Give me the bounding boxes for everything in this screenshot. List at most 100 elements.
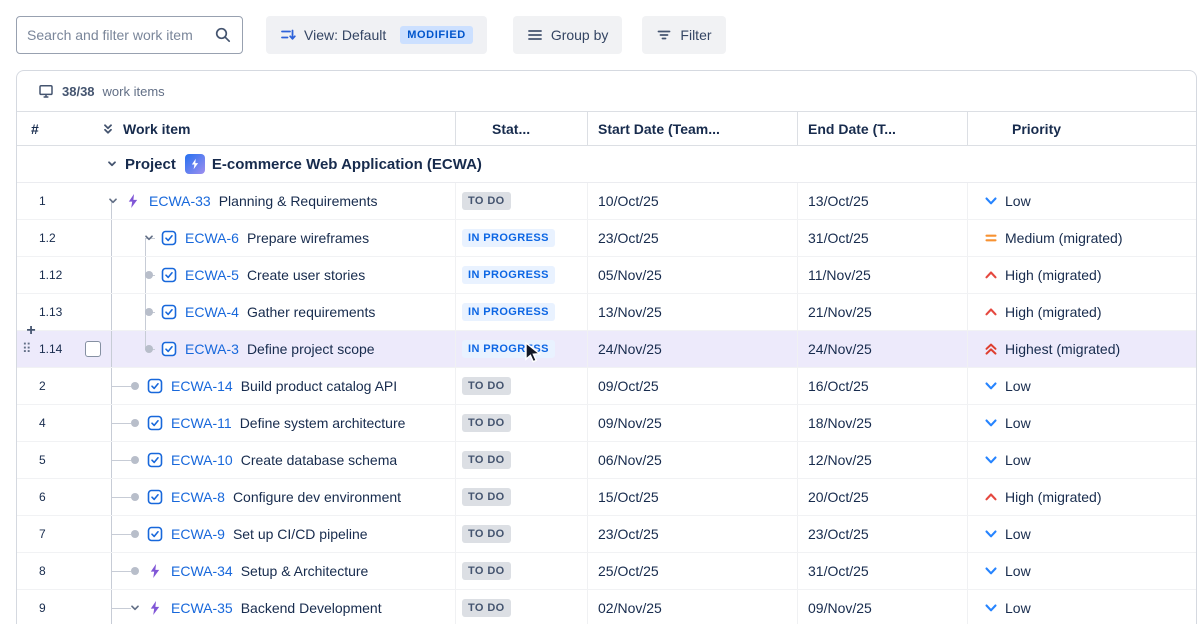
status-cell[interactable]: TO DO: [456, 553, 588, 589]
drag-handle-icon[interactable]: ⠿: [22, 341, 32, 357]
end-date-cell[interactable]: 11/Nov/25: [798, 257, 968, 293]
start-date-cell[interactable]: 06/Nov/25: [588, 442, 798, 478]
work-item-cell[interactable]: ECWA-3 Define project scope: [101, 331, 456, 367]
expand-toggle-icon[interactable]: [107, 195, 119, 207]
issue-summary[interactable]: Define system architecture: [240, 415, 406, 431]
issue-summary[interactable]: Backend Development: [241, 600, 382, 616]
end-date-cell[interactable]: 31/Oct/25: [798, 553, 968, 589]
priority-cell[interactable]: High (migrated): [968, 479, 1196, 515]
status-cell[interactable]: TO DO: [456, 516, 588, 552]
search-input[interactable]: [27, 27, 214, 43]
column-header-start-date[interactable]: Start Date (Team...: [588, 112, 798, 145]
table-row[interactable]: + ⠿ 7 ECWA-9 Set up CI/CD pipeline: [17, 516, 1196, 553]
column-header-status[interactable]: Stat...: [456, 112, 588, 145]
add-row-button[interactable]: +: [23, 322, 39, 340]
collapse-all-icon[interactable]: [101, 122, 115, 136]
start-date-cell[interactable]: 09/Nov/25: [588, 405, 798, 441]
priority-cell[interactable]: Low: [968, 405, 1196, 441]
issue-key-link[interactable]: ECWA-33: [149, 193, 211, 209]
table-row[interactable]: + ⠿ 1.14 ECWA-3 Define project scope: [17, 331, 1196, 368]
table-row[interactable]: + ⠿ 2 ECWA-14 Build product catalog API: [17, 368, 1196, 405]
issue-key-link[interactable]: ECWA-34: [171, 563, 233, 579]
status-cell[interactable]: IN PROGRESS: [456, 294, 588, 330]
table-row[interactable]: + ⠿ 9 ECWA-35 Backend Development TO DO …: [17, 590, 1196, 624]
column-header-number[interactable]: #: [17, 112, 101, 145]
end-date-cell[interactable]: 18/Nov/25: [798, 405, 968, 441]
issue-summary[interactable]: Set up CI/CD pipeline: [233, 526, 368, 542]
issue-key-link[interactable]: ECWA-11: [171, 415, 232, 431]
issue-summary[interactable]: Setup & Architecture: [241, 563, 369, 579]
end-date-cell[interactable]: 31/Oct/25: [798, 220, 968, 256]
issue-key-link[interactable]: ECWA-10: [171, 452, 233, 468]
end-date-cell[interactable]: 24/Nov/25: [798, 331, 968, 367]
status-badge[interactable]: IN PROGRESS: [462, 266, 555, 284]
start-date-cell[interactable]: 10/Oct/25: [588, 183, 798, 219]
end-date-cell[interactable]: 20/Oct/25: [798, 479, 968, 515]
end-date-cell[interactable]: 13/Oct/25: [798, 183, 968, 219]
issue-key-link[interactable]: ECWA-35: [171, 600, 233, 616]
work-item-cell[interactable]: ECWA-5 Create user stories: [101, 257, 456, 293]
start-date-cell[interactable]: 15/Oct/25: [588, 479, 798, 515]
start-date-cell[interactable]: 13/Nov/25: [588, 294, 798, 330]
status-badge[interactable]: TO DO: [462, 192, 511, 210]
table-row[interactable]: + ⠿ 1 ECWA-33 Planning & Requirements TO…: [17, 183, 1196, 220]
end-date-cell[interactable]: 16/Oct/25: [798, 368, 968, 404]
issue-key-link[interactable]: ECWA-8: [171, 489, 225, 505]
column-header-priority[interactable]: Priority: [968, 112, 1196, 145]
end-date-cell[interactable]: 23/Oct/25: [798, 516, 968, 552]
start-date-cell[interactable]: 05/Nov/25: [588, 257, 798, 293]
issue-key-link[interactable]: ECWA-9: [171, 526, 225, 542]
start-date-cell[interactable]: 24/Nov/25: [588, 331, 798, 367]
start-date-cell[interactable]: 02/Nov/25: [588, 590, 798, 624]
status-cell[interactable]: IN PROGRESS: [456, 257, 588, 293]
status-cell[interactable]: TO DO: [456, 590, 588, 624]
issue-key-link[interactable]: ECWA-6: [185, 230, 239, 246]
filter-button[interactable]: Filter: [642, 16, 725, 54]
issue-summary[interactable]: Build product catalog API: [241, 378, 397, 394]
table-row[interactable]: + ⠿ 1.13 ECWA-4 Gather requirements: [17, 294, 1196, 331]
priority-cell[interactable]: Low: [968, 442, 1196, 478]
project-group-row[interactable]: Project E-commerce Web Application (ECWA…: [17, 146, 1196, 183]
end-date-cell[interactable]: 12/Nov/25: [798, 442, 968, 478]
status-cell[interactable]: TO DO: [456, 442, 588, 478]
priority-cell[interactable]: Low: [968, 183, 1196, 219]
column-header-end-date[interactable]: End Date (T...: [798, 112, 968, 145]
priority-cell[interactable]: Low: [968, 590, 1196, 624]
issue-summary[interactable]: Planning & Requirements: [219, 193, 378, 209]
status-cell[interactable]: IN PROGRESS: [456, 331, 588, 367]
table-row[interactable]: + ⠿ 8 ECWA-34 Setup & Architecture TO DO…: [17, 553, 1196, 590]
work-item-cell[interactable]: ECWA-8 Configure dev environment: [101, 479, 456, 515]
work-item-cell[interactable]: ECWA-10 Create database schema: [101, 442, 456, 478]
priority-cell[interactable]: Low: [968, 368, 1196, 404]
work-item-cell[interactable]: ECWA-33 Planning & Requirements: [101, 183, 456, 219]
priority-cell[interactable]: Low: [968, 553, 1196, 589]
search-box[interactable]: [16, 16, 243, 54]
status-cell[interactable]: TO DO: [456, 368, 588, 404]
table-row[interactable]: + ⠿ 1.12 ECWA-5 Create user stories: [17, 257, 1196, 294]
start-date-cell[interactable]: 25/Oct/25: [588, 553, 798, 589]
issue-key-link[interactable]: ECWA-14: [171, 378, 233, 394]
status-cell[interactable]: IN PROGRESS: [456, 220, 588, 256]
status-badge[interactable]: TO DO: [462, 562, 511, 580]
priority-cell[interactable]: Highest (migrated): [968, 331, 1196, 367]
status-badge[interactable]: IN PROGRESS: [462, 303, 555, 321]
status-badge[interactable]: TO DO: [462, 451, 511, 469]
group-by-button[interactable]: Group by: [513, 16, 623, 54]
issue-summary[interactable]: Create user stories: [247, 267, 365, 283]
priority-cell[interactable]: Medium (migrated): [968, 220, 1196, 256]
issue-key-link[interactable]: ECWA-4: [185, 304, 239, 320]
status-cell[interactable]: TO DO: [456, 405, 588, 441]
issue-summary[interactable]: Gather requirements: [247, 304, 375, 320]
table-row[interactable]: + ⠿ 5 ECWA-10 Create database schema: [17, 442, 1196, 479]
column-header-work-item[interactable]: Work item: [101, 112, 456, 145]
row-checkbox[interactable]: [85, 341, 101, 357]
status-badge[interactable]: IN PROGRESS: [462, 229, 555, 247]
start-date-cell[interactable]: 23/Oct/25: [588, 220, 798, 256]
issue-key-link[interactable]: ECWA-3: [185, 341, 239, 357]
table-row[interactable]: + ⠿ 1.2 ECWA-6 Prepare wireframes: [17, 220, 1196, 257]
status-badge[interactable]: IN PROGRESS: [462, 340, 555, 358]
start-date-cell[interactable]: 09/Oct/25: [588, 368, 798, 404]
status-badge[interactable]: TO DO: [462, 414, 511, 432]
work-item-cell[interactable]: ECWA-35 Backend Development: [101, 590, 456, 624]
end-date-cell[interactable]: 09/Nov/25: [798, 590, 968, 624]
